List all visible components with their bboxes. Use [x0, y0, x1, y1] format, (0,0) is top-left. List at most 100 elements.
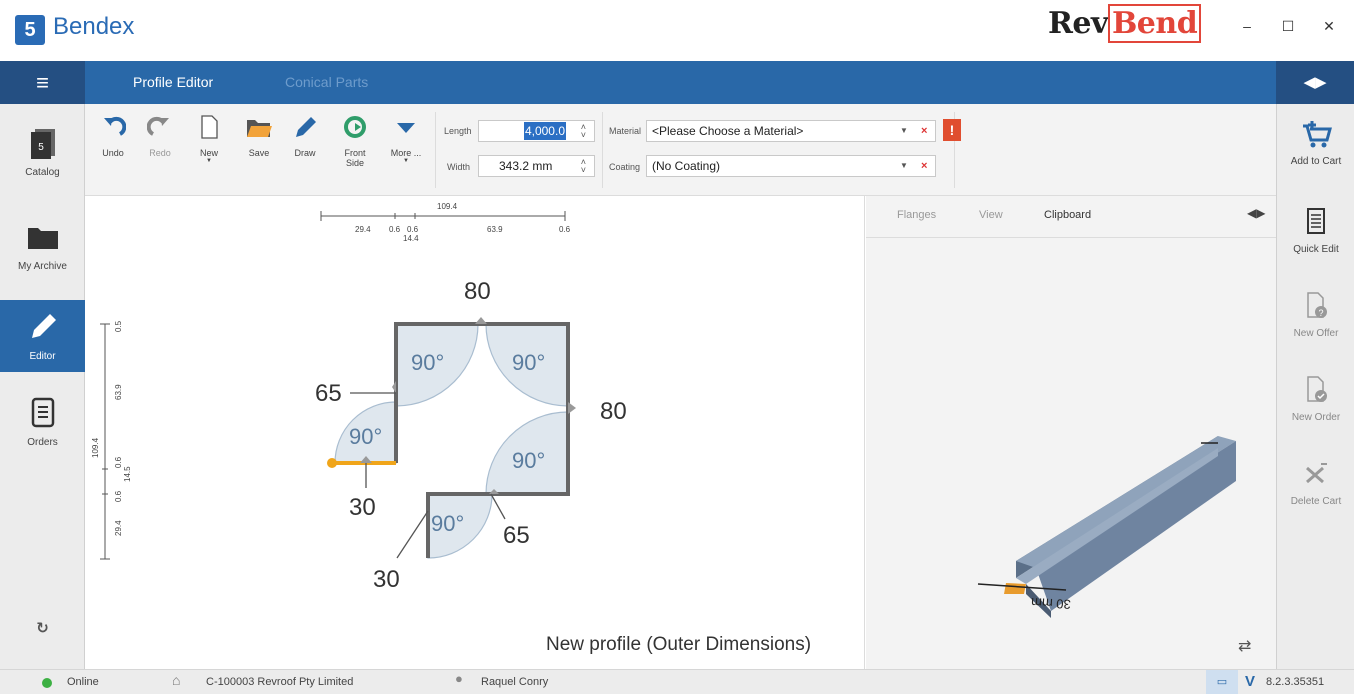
angle-label-1: 90° [411, 350, 444, 375]
add-to-cart-button[interactable]: Add to Cart [1277, 118, 1354, 167]
top-dim-2: 0.6 [389, 225, 401, 234]
left-dimension-chain: 0.5 63.9 0.6 14.5 0.6 29.4 109.4 [91, 320, 132, 560]
tab-conical-parts[interactable]: Conical Parts [285, 61, 368, 104]
left-dim-3: 0.6 [114, 456, 123, 468]
more-button[interactable]: More ... ▼ [386, 114, 426, 164]
draw-button[interactable]: Draw [285, 114, 325, 158]
width-input[interactable]: 343.2 mm ˄ ˅ [478, 155, 595, 177]
tab-clipboard[interactable]: Clipboard [1044, 209, 1091, 221]
swap-view-icon[interactable]: ⇄ [1238, 636, 1251, 656]
tab-view[interactable]: View [979, 209, 1003, 221]
new-button[interactable]: New ▼ [189, 114, 229, 164]
more-dropdown-icon [397, 123, 415, 133]
title-bar: 5 Bendex Rev Bend – ☐ ✕ [0, 0, 1354, 61]
angle-label-2: 90° [512, 350, 545, 375]
online-status-label: Online [67, 676, 99, 688]
more-caret-icon: ▼ [403, 158, 409, 164]
draw-pencil-icon [296, 117, 316, 137]
close-button[interactable]: ✕ [1314, 14, 1344, 38]
undo-button[interactable]: Undo [93, 114, 133, 158]
save-button[interactable]: Save [239, 114, 279, 158]
material-value: <Please Choose a Material> [652, 124, 804, 138]
collapse-preview-icon[interactable]: ◀▶ [1247, 206, 1265, 220]
profile-drawing[interactable]: 109.4 29.4 0.6 0.6 63.9 0.6 14.4 0.5 63.… [85, 196, 865, 669]
redo-button[interactable]: Redo [140, 114, 180, 158]
new-order-button[interactable]: New Order [1277, 374, 1354, 423]
user-label[interactable]: Raquel Conry [481, 676, 548, 688]
front-side-label: Front Side [344, 148, 366, 168]
hamburger-menu-icon[interactable]: ≡ [0, 61, 85, 104]
new-order-icon [1307, 376, 1327, 402]
app-logo-icon: 5 [15, 15, 45, 45]
length-spinner-icon[interactable]: ˄ ˅ [581, 123, 586, 140]
folder-icon [27, 228, 58, 249]
collapse-panel-icon[interactable]: ◀▶ [1276, 61, 1354, 104]
draw-label: Draw [294, 148, 316, 158]
profile-canvas[interactable]: 109.4 29.4 0.6 0.6 63.9 0.6 14.4 0.5 63.… [85, 196, 865, 669]
toolbar-separator [602, 112, 603, 188]
quick-edit-label: Quick Edit [1293, 244, 1339, 255]
new-order-label: New Order [1291, 412, 1341, 423]
svg-text:5: 5 [38, 142, 44, 153]
tab-profile-editor[interactable]: Profile Editor [133, 61, 213, 104]
top-dim-4: 63.9 [487, 225, 503, 234]
left-dim-6: 29.4 [114, 520, 123, 536]
sidebar-item-my-archive[interactable]: My Archive [0, 220, 85, 290]
pencil-icon [31, 314, 56, 338]
cart-icon [1303, 121, 1332, 148]
user-icon: ● [455, 671, 463, 686]
sidebar-item-label: Editor [29, 351, 56, 362]
maximize-button[interactable]: ☐ [1273, 14, 1303, 38]
new-offer-icon: ? [1307, 292, 1327, 318]
material-clear-icon[interactable]: × [921, 121, 927, 141]
left-dim-2: 63.9 [114, 384, 123, 400]
top-dim-5: 0.6 [559, 225, 571, 234]
chat-icon[interactable]: ▭ [1206, 670, 1238, 694]
quick-edit-icon [1307, 208, 1325, 234]
document-list-icon [31, 397, 54, 428]
sidebar-item-orders[interactable]: Orders [0, 396, 85, 466]
sidebar-item-catalog[interactable]: 5 Catalog [0, 126, 85, 196]
material-select[interactable]: <Please Choose a Material> ▼ × [646, 120, 936, 142]
undo-icon [104, 116, 126, 136]
catalog-icon: 5 [30, 129, 55, 159]
sidebar-item-editor[interactable]: Editor [0, 300, 85, 372]
delete-cart-button[interactable]: Delete Cart [1277, 458, 1354, 507]
coating-dropdown-icon[interactable]: ▼ [900, 156, 908, 176]
new-label: New [199, 148, 218, 158]
quick-edit-button[interactable]: Quick Edit [1277, 206, 1354, 255]
angle-label-3: 90° [349, 424, 382, 449]
top-dim-1: 29.4 [355, 225, 371, 234]
flip-icon [344, 116, 366, 138]
length-input[interactable]: 4,000.0 ˄ ˅ [478, 120, 595, 142]
version-icon: V [1245, 673, 1256, 690]
length-label-right: 80 [600, 398, 627, 425]
coating-value: (No Coating) [652, 159, 721, 173]
top-dimension-chain: 109.4 29.4 0.6 0.6 63.9 0.6 14.4 [320, 202, 571, 243]
3d-profile-render[interactable]: 30 mm [866, 238, 1276, 668]
sync-icon[interactable]: ↻ [0, 619, 85, 637]
new-offer-label: New Offer [1293, 328, 1339, 339]
new-offer-button[interactable]: ? New Offer [1277, 290, 1354, 339]
company-label[interactable]: C-100003 Revroof Pty Limited [206, 676, 353, 688]
top-dim-6: 14.4 [403, 234, 419, 243]
redo-label: Redo [149, 148, 171, 158]
brand-prefix: Rev [1048, 6, 1108, 41]
warning-badge-icon[interactable]: ! [943, 119, 961, 141]
width-label: Width [447, 162, 471, 172]
version-label: 8.2.3.35351 [1266, 676, 1325, 688]
more-label: More ... [390, 148, 422, 158]
sidebar-item-label: Orders [27, 437, 58, 448]
left-dim-4: 14.5 [123, 466, 132, 482]
status-bar: Online ⌂ C-100003 Revroof Pty Limited ● … [0, 669, 1354, 694]
flange-endpoint-handle[interactable] [327, 458, 337, 468]
angle-label-4: 90° [512, 448, 545, 473]
minimize-button[interactable]: – [1232, 14, 1262, 38]
front-side-button[interactable]: Front Side [335, 114, 375, 168]
material-dropdown-icon[interactable]: ▼ [900, 121, 908, 141]
undo-label: Undo [102, 148, 124, 158]
width-spinner-icon[interactable]: ˄ ˅ [581, 158, 586, 175]
coating-clear-icon[interactable]: × [921, 156, 927, 176]
tab-flanges[interactable]: Flanges [897, 209, 936, 221]
coating-select[interactable]: (No Coating) ▼ × [646, 155, 936, 177]
